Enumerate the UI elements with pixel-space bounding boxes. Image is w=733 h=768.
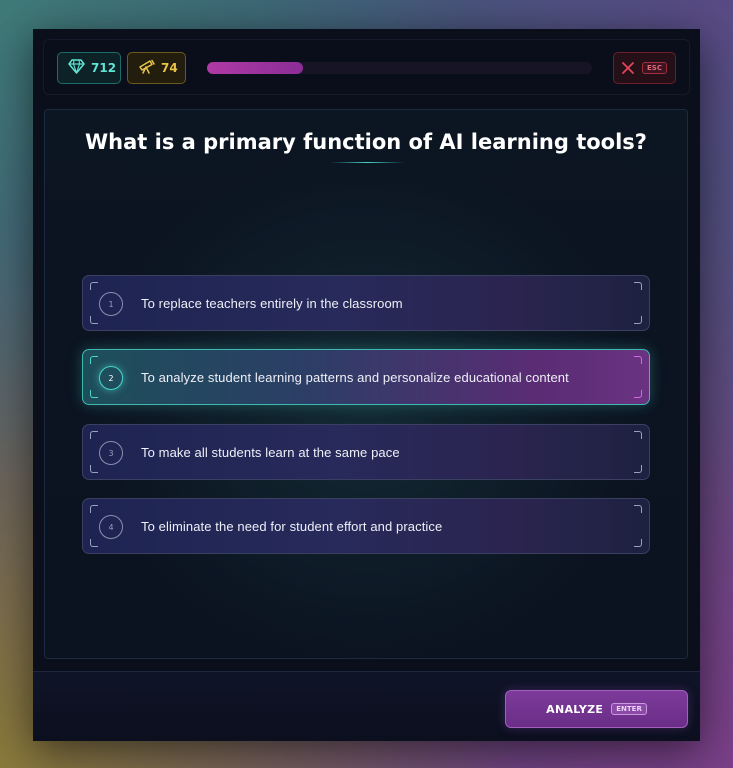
question-panel: What is a primary function of AI learnin… (44, 109, 688, 659)
corner-bracket (634, 316, 642, 324)
footer-bar: ANALYZE ENTER (33, 671, 700, 741)
answer-text: To replace teachers entirely in the clas… (141, 295, 403, 311)
telescope-counter: 74 (127, 52, 186, 84)
corner-bracket (90, 316, 98, 324)
answer-number-badge: 2 (99, 366, 123, 390)
telescope-icon (138, 59, 155, 77)
analyze-label: ANALYZE (546, 702, 604, 716)
answer-text: To make all students learn at the same p… (141, 444, 400, 460)
corner-bracket (634, 505, 642, 513)
corner-bracket (90, 539, 98, 547)
telescope-count: 74 (161, 61, 178, 75)
corner-bracket (90, 390, 98, 398)
progress-bar (207, 62, 592, 74)
answer-number-badge: 3 (99, 441, 123, 465)
enter-shortcut-badge: ENTER (611, 703, 647, 715)
answer-number-badge: 4 (99, 515, 123, 539)
corner-bracket (634, 282, 642, 290)
close-button[interactable]: ESC (613, 52, 676, 84)
answer-option-4[interactable]: 4 To eliminate the need for student effo… (82, 498, 650, 554)
answer-text: To eliminate the need for student effort… (141, 518, 443, 534)
diamond-icon (68, 59, 85, 77)
corner-bracket (90, 282, 98, 290)
answer-option-1[interactable]: 1 To replace teachers entirely in the cl… (82, 275, 650, 331)
analyze-button[interactable]: ANALYZE ENTER (505, 690, 688, 728)
top-bar: 712 74 ESC (43, 39, 690, 95)
corner-bracket (634, 465, 642, 473)
progress-fill (207, 62, 304, 74)
corner-bracket (90, 431, 98, 439)
corner-bracket (90, 356, 98, 364)
quiz-window: 712 74 ESC What is a primary function of… (33, 29, 700, 741)
question-title: What is a primary function of AI learnin… (85, 130, 647, 154)
gems-count: 712 (91, 61, 117, 75)
corner-bracket (634, 431, 642, 439)
answer-option-2[interactable]: 2 To analyze student learning patterns a… (82, 349, 650, 405)
question-underline (330, 162, 405, 163)
answer-text: To analyze student learning patterns and… (141, 369, 569, 385)
corner-bracket (634, 539, 642, 547)
corner-bracket (90, 505, 98, 513)
close-icon (622, 59, 634, 78)
esc-shortcut-badge: ESC (642, 62, 667, 74)
corner-bracket (634, 390, 642, 398)
gems-counter: 712 (57, 52, 121, 84)
corner-bracket (634, 356, 642, 364)
answer-option-3[interactable]: 3 To make all students learn at the same… (82, 424, 650, 480)
corner-bracket (90, 465, 98, 473)
answer-number-badge: 1 (99, 292, 123, 316)
